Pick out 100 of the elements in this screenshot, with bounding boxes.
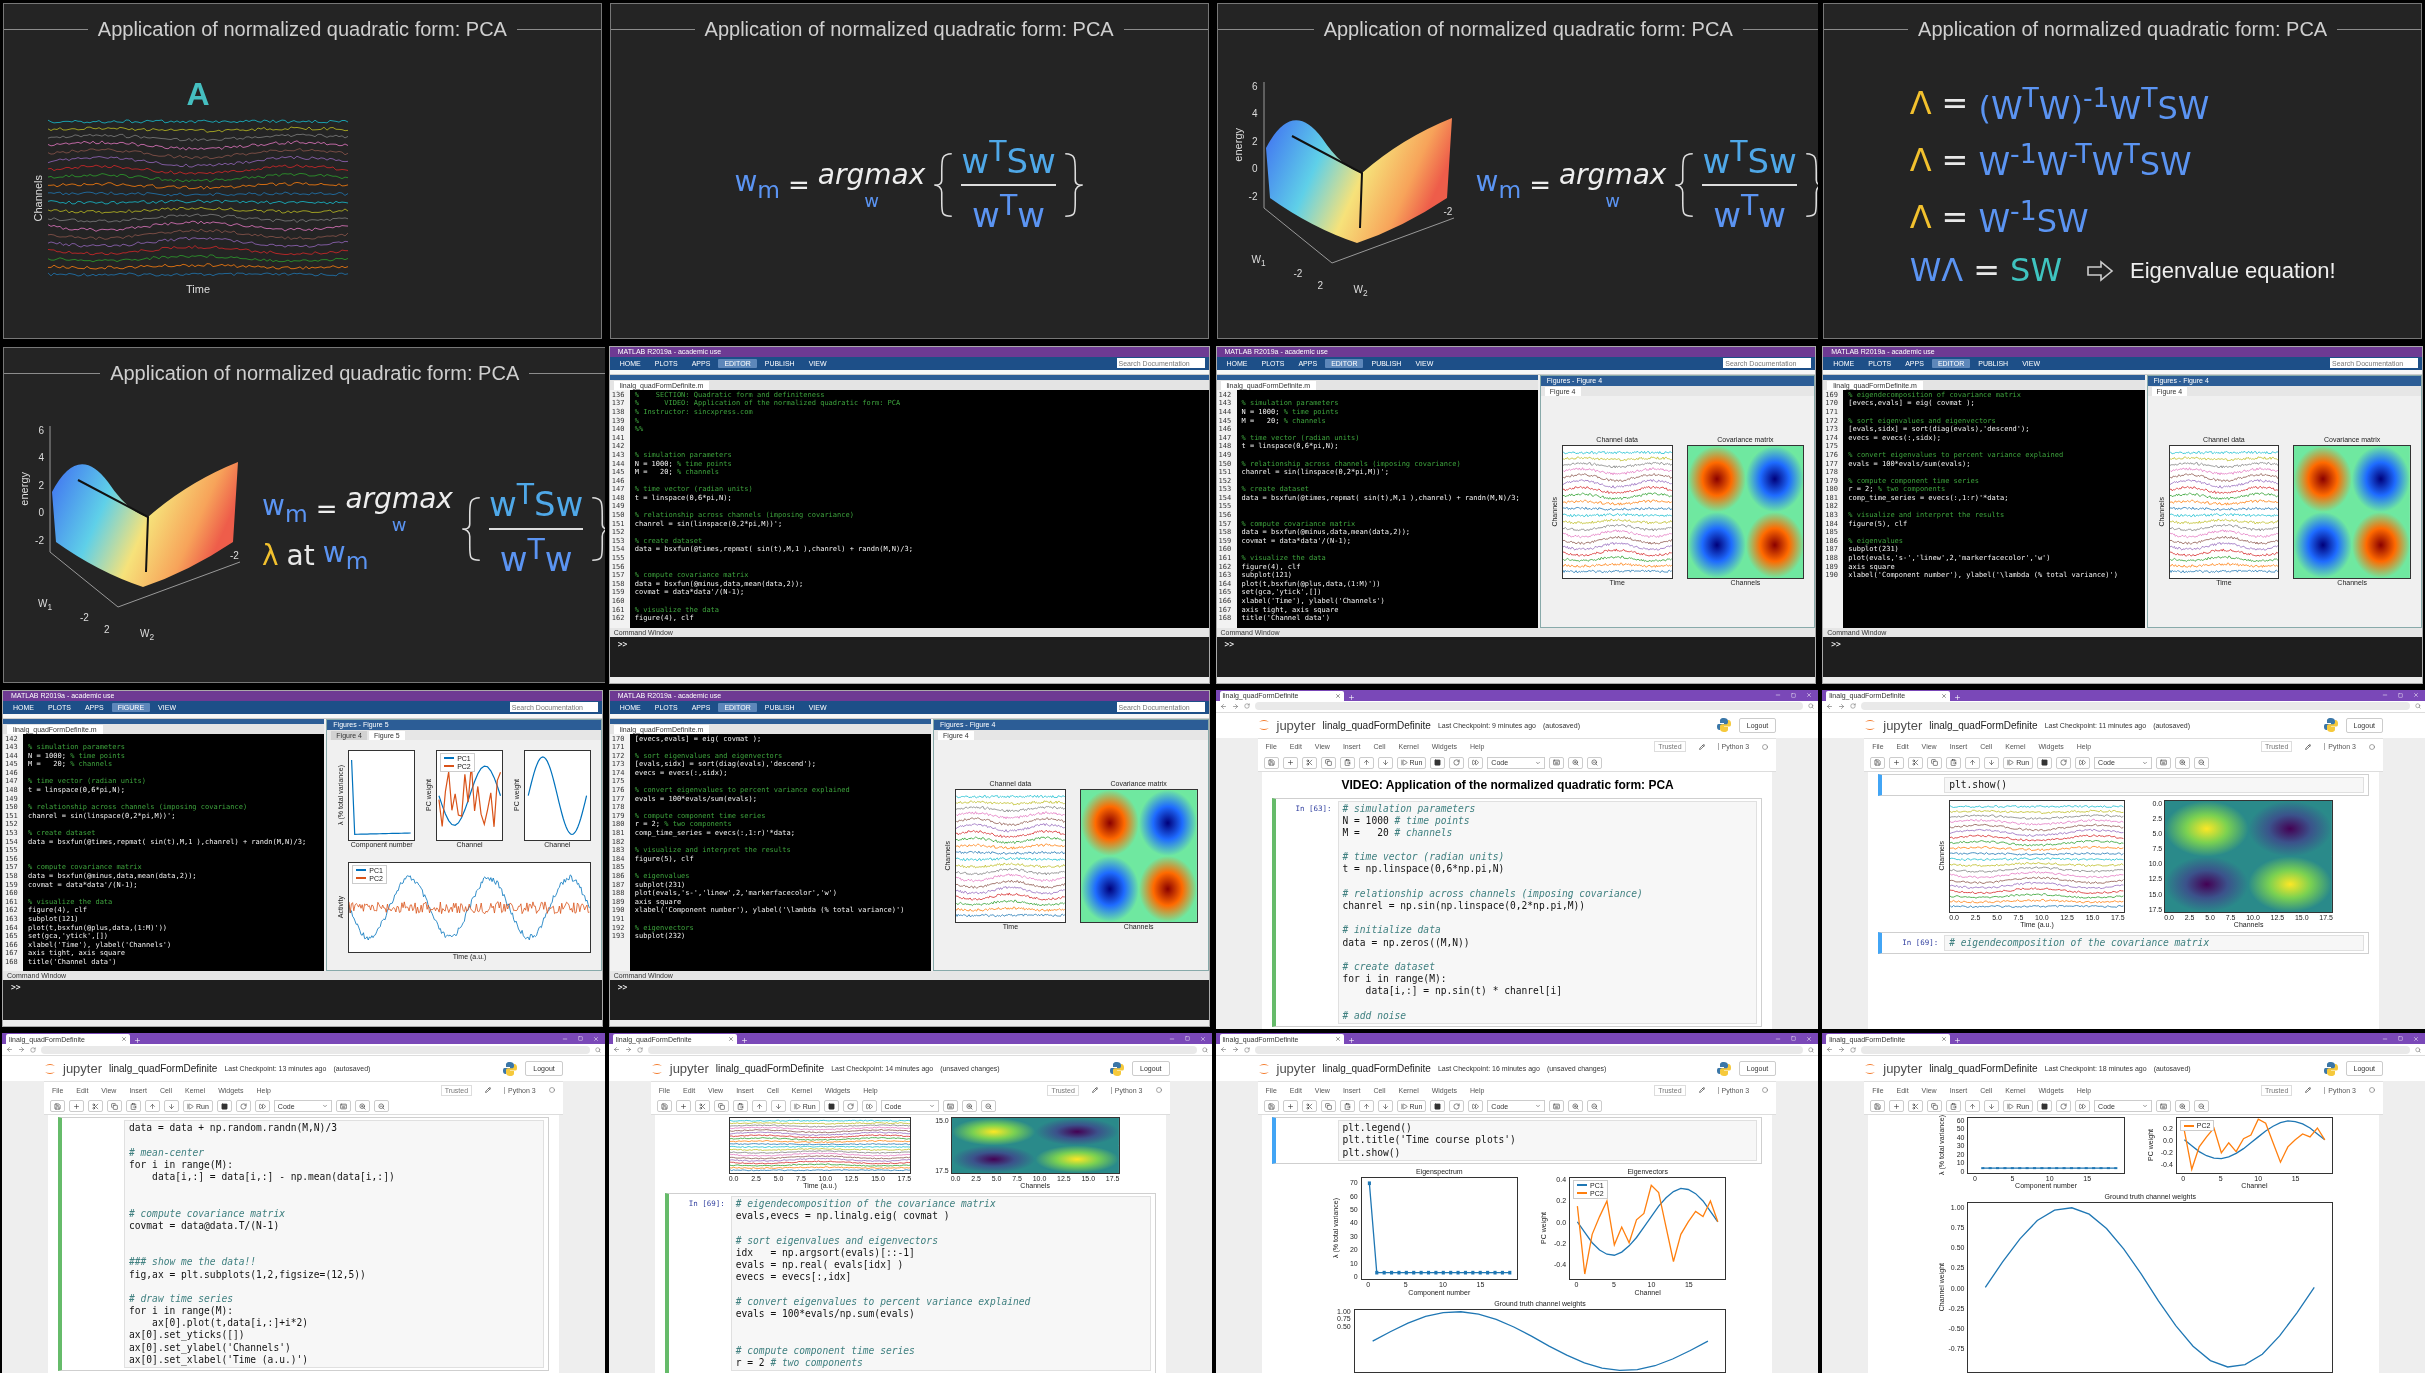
code-line: M = 20 # channels <box>1342 826 1454 840</box>
equation-term: = <box>315 494 338 524</box>
code-line: ax[0].plot(t,data[i,:]+i*2) <box>151 1317 310 1330</box>
equation-term: argmax <box>345 483 453 515</box>
equation-term: w$_{m}$ <box>734 167 781 204</box>
equation-term: w$_{m}$ <box>322 538 369 575</box>
tick-label: 4 <box>38 453 44 464</box>
equation-term: at <box>286 541 315 572</box>
code-line: data[i,:] = data[i,:] - np.mean(data[i,:]) <box>151 1171 396 1184</box>
code-line: plt.show() <box>1342 1146 1402 1159</box>
command-prompt: >> <box>1831 639 1841 649</box>
code-line: N = 1000 # time points <box>1342 814 1471 827</box>
code-line: data = data + np.random.randn(M,N)/3 <box>129 1122 338 1135</box>
tick-label: 0 <box>38 508 44 519</box>
equation-term: argmax <box>1558 160 1667 191</box>
code-line: evals = 100*evals/np.sum(evals) <box>735 1307 916 1321</box>
code-line: # create dataset <box>1342 960 1436 974</box>
tick-label: -2 <box>1248 191 1258 202</box>
code-line: ### show me the data!! <box>129 1256 258 1269</box>
tick-label: 2 <box>1251 136 1258 147</box>
tick-label: 0 <box>1251 164 1258 175</box>
notebook-name[interactable]: linalg_quadFormDefinite <box>109 1063 218 1075</box>
axis-label: Time <box>185 282 210 295</box>
tick-label: 4 <box>1251 109 1258 120</box>
equation-term: w$_{m}$ <box>1475 167 1522 204</box>
equation-term: SW <box>2010 253 2062 289</box>
axis-label: W$_{2}$ <box>1353 283 1368 298</box>
code-line: evals = np.real( evals[idx] ) <box>735 1259 905 1272</box>
code-line: # sort eigenvalues and eigenvectors <box>735 1234 939 1247</box>
command-prompt: >> <box>1224 639 1235 649</box>
code-line: ax[0].set_ylabel('Channels') <box>129 1341 292 1354</box>
slide-title: Application of normalized quadratic form: PCA <box>110 361 520 385</box>
slide-title: Application of normalized quadratic form: PCA <box>1323 18 1733 41</box>
slide-title: Application of normalized quadratic form: PCA <box>704 18 1114 41</box>
notebook-name[interactable]: linalg_quadFormDefinite <box>1929 719 2038 731</box>
notebook-name[interactable]: linalg_quadFormDefinite <box>715 1063 825 1075</box>
code-line: # compute covariance matrix <box>129 1207 286 1220</box>
equation-term: Λ <box>1909 200 1932 236</box>
code-line: r = 2 # two components <box>735 1356 864 1369</box>
code-line: ax[0].set_yticks([]) <box>129 1329 246 1342</box>
code-line: plt.legend() <box>1342 1122 1413 1135</box>
code-line: # compute component time series <box>735 1344 916 1357</box>
code-cell[interactable]: plt.legend() plt.title('Time course plots') plt.show() <box>1271 1117 1763 1164</box>
code-line: # eigendecomposition of the covariance matrix <box>1949 936 2211 949</box>
equation-term: Λ <box>1909 143 1932 179</box>
tick-label: -2 <box>230 549 239 561</box>
notebook-name[interactable]: linalg_quadFormDefinite <box>1322 719 1431 731</box>
tick-label: 6 <box>38 425 44 436</box>
code-line: for i in range(M): <box>129 1158 234 1171</box>
tick-label: 6 <box>1251 81 1258 92</box>
code-line: t = np.linspace(0,6*np.pi,N) <box>1342 863 1506 876</box>
command-prompt: >> <box>617 639 628 649</box>
code-line: fig,ax = plt.subplots(1,2,figsize=(12,5)) <box>129 1268 367 1281</box>
equation-term: w <box>391 514 407 535</box>
matrix-label: A <box>186 75 210 113</box>
jupyter-logo-text: jupyter <box>1276 717 1316 733</box>
code-line: # time vector (radian units) <box>1342 851 1506 864</box>
code-line: evecs = evecs[:,idx] <box>735 1271 853 1284</box>
code-line: # relationship across channels (imposing covariance) <box>1342 887 1644 900</box>
code-line: # add noise <box>1342 1009 1408 1022</box>
slide-title: Application of normalized quadratic form: PCA <box>97 18 507 41</box>
markdown-heading: VIDEO: Application of the normalized quadratic form: PCA <box>1340 776 1675 794</box>
equation-term: W$^{-1}$W$^{-T}$W$^{T}$SW <box>1978 139 2192 183</box>
code-line: plt.show() <box>1949 778 2008 791</box>
code-line: # draw time series <box>129 1292 234 1306</box>
equation-term: = <box>1941 86 1969 122</box>
tick-label: 2 <box>38 480 44 491</box>
axis-label: energy <box>18 471 30 506</box>
jupyter-logo-text: jupyter <box>1276 1061 1316 1077</box>
code-line: idx = np.argsort(evals)[::-1] <box>735 1247 916 1260</box>
code-line: plt.title('Time course plots') <box>1342 1134 1517 1147</box>
axis-label: W$_{2}$ <box>140 627 155 642</box>
code-line: for i in range(M): <box>1342 973 1448 986</box>
equation-term: = <box>788 171 810 200</box>
command-prompt: >> <box>11 983 21 993</box>
tick-label: -2 <box>35 535 44 546</box>
code-line: # simulation parameters <box>1342 802 1477 815</box>
notebook-name[interactable]: linalg_quadFormDefinite <box>1322 1063 1431 1075</box>
code-line: covmat = data@data.T/(N-1) <box>129 1219 281 1232</box>
axis-label: W$_{1}$ <box>38 597 53 612</box>
tick-label: 2 <box>1317 279 1324 291</box>
code-line: # eigendecomposition of the covariance matrix <box>735 1198 997 1211</box>
jupyter-logo-text: jupyter <box>63 1061 103 1077</box>
equation-term: Λ <box>1909 86 1932 122</box>
code-line: data = np.zeros((M,N)) <box>1342 936 1471 949</box>
equation-term: WΛ <box>1909 253 1964 289</box>
slide-title: Application of normalized quadratic form: PCA <box>1918 18 2328 41</box>
equation-term: W$^{-1}$SW <box>1978 196 2089 240</box>
equation-term: = <box>1941 200 1969 236</box>
tick-label: -2 <box>1293 267 1303 279</box>
equation-term: w$^{T}$Sw <box>1702 135 1797 181</box>
tick-label: -2 <box>1443 205 1453 217</box>
axis-label: energy <box>1231 127 1244 162</box>
jupyter-logo-text: jupyter <box>669 1061 709 1077</box>
equation-term: = <box>1529 171 1551 200</box>
code-cell[interactable]: plt.show() <box>1878 773 2369 796</box>
axis-label: Channels <box>32 174 44 222</box>
jupyter-logo-text: jupyter <box>1883 717 1923 733</box>
equation-term: argmax <box>817 160 926 191</box>
notebook-name[interactable]: linalg_quadFormDefinite <box>1929 1063 2038 1075</box>
